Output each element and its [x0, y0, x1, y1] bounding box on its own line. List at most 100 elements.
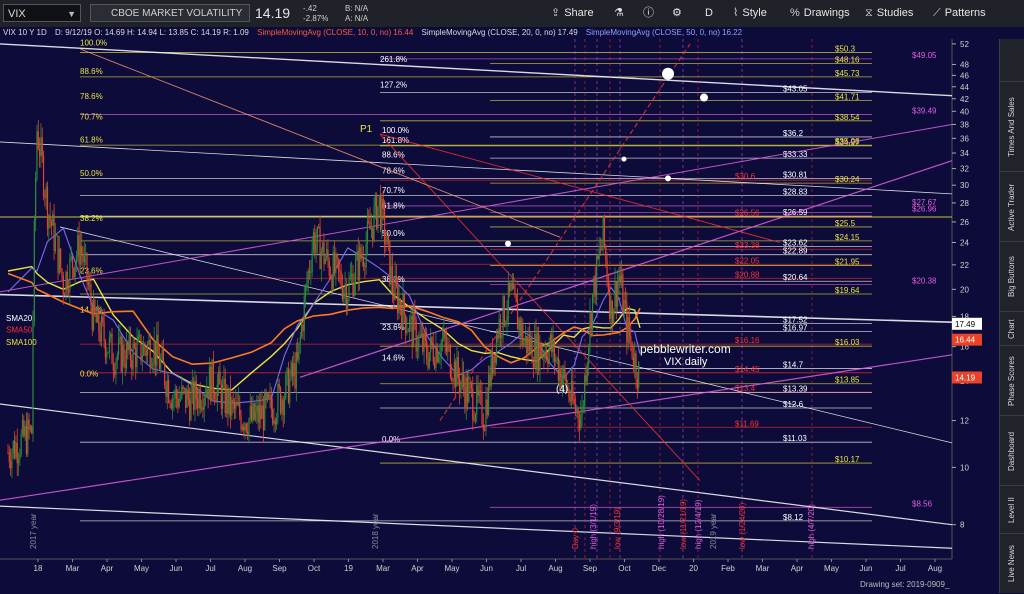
candle-body: [366, 220, 369, 244]
chevron-down-icon[interactable]: ▼: [67, 5, 76, 23]
candle-body: [427, 358, 429, 368]
candle-body: [272, 409, 274, 424]
legend-sma50[interactable]: SimpleMovingAvg (CLOSE, 50, 0, no): [586, 28, 720, 37]
candle-body: [548, 346, 550, 364]
candle-body: [374, 195, 376, 208]
level-label: $25.5: [835, 219, 856, 228]
candle-body: [190, 391, 192, 421]
period-button[interactable]: D: [705, 0, 713, 27]
candle-body: [352, 274, 354, 297]
chart-background: [0, 39, 1000, 593]
candle-body: [245, 423, 247, 432]
candle-body: [50, 220, 53, 226]
candle-body: [161, 349, 163, 359]
sidebar-tab-chart[interactable]: Chart: [1000, 311, 1024, 346]
flask-icon[interactable]: ⚗: [614, 0, 624, 27]
candle-body: [220, 384, 222, 409]
candle-body: [224, 378, 226, 414]
candle-body: [299, 336, 301, 343]
level-label: $28.83: [783, 187, 808, 196]
candle-body: [128, 335, 130, 351]
candle-body: [428, 351, 430, 368]
style-label: Style: [742, 7, 767, 19]
candle-body: [573, 400, 575, 404]
sidebar-tab-live-news[interactable]: Live News: [1000, 533, 1024, 594]
candle-body: [351, 274, 353, 277]
candle-body: [358, 247, 361, 281]
candle-body: [110, 333, 112, 338]
candle-body: [52, 214, 54, 226]
candle-body: [420, 333, 423, 337]
x-tick-label: 20: [689, 564, 698, 573]
candle-body: [199, 389, 201, 409]
candle-body: [7, 452, 9, 454]
level-label: $20.64: [783, 273, 808, 282]
candle-body: [368, 220, 370, 222]
candle-body: [603, 216, 606, 246]
candle-body: [614, 282, 616, 310]
candle-body: [148, 340, 150, 345]
patterns-button[interactable]: ⟋ Patterns: [933, 0, 986, 27]
candle-body: [481, 392, 483, 424]
candle-body: [268, 393, 270, 398]
candle-body: [91, 305, 93, 331]
info-icon[interactable]: ⓘ: [643, 0, 654, 27]
candle-body: [154, 341, 157, 366]
sidebar-tab-level-ii[interactable]: Level II: [1000, 485, 1024, 534]
candle-body: [108, 337, 110, 352]
candle-body: [532, 363, 534, 368]
candle-body: [99, 332, 101, 342]
drawings-label: Drawings: [803, 7, 850, 19]
share-button[interactable]: ⇪ Share: [551, 0, 594, 27]
level-label: $43.05: [783, 84, 808, 93]
level-label: $11.69: [735, 419, 759, 428]
candle-body: [202, 407, 204, 410]
sidebar-tab-active-trader[interactable]: Active Trader: [1000, 171, 1024, 242]
x-tick-label: Jun: [170, 564, 183, 573]
candle-body: [203, 397, 205, 410]
fib-label: 100.0%: [80, 39, 107, 47]
candle-body: [516, 302, 519, 330]
sidebar-tab-phase-scores[interactable]: Phase Scores: [1000, 345, 1024, 416]
sidebar-tab-times-and-sales[interactable]: Times And Sales: [1000, 81, 1024, 172]
candle-body: [124, 363, 126, 369]
candle-body: [564, 367, 566, 377]
level-label: $14.7: [783, 360, 804, 369]
candle-body: [31, 426, 33, 434]
candle-body: [535, 333, 537, 370]
studies-button[interactable]: ⧖ Studies: [865, 0, 913, 27]
candle-body: [437, 357, 440, 363]
legend-sma10[interactable]: SimpleMovingAvg (CLOSE, 10, 0, no): [257, 28, 391, 37]
candle-body: [397, 285, 399, 314]
sidebar-tab-big-buttons[interactable]: Big Buttons: [1000, 241, 1024, 312]
legend-sma20[interactable]: SimpleMovingAvg (CLOSE, 20, 0, no): [422, 28, 556, 37]
candle-body: [577, 408, 579, 421]
candle-body: [214, 392, 216, 400]
candle-body: [336, 254, 338, 259]
candle-body: [487, 374, 490, 415]
drawings-button[interactable]: % Drawings: [790, 0, 850, 27]
candle-body: [312, 232, 315, 250]
candle-body: [236, 402, 238, 406]
candle-body: [531, 337, 533, 364]
candle-body: [149, 340, 151, 368]
instrument-title: CBOE MARKET VOLATILITY INDEX: [90, 4, 250, 37]
style-button[interactable]: ⌇ Style: [733, 0, 767, 27]
price-chart[interactable]: 8101214161820222426283032343638404244464…: [0, 39, 1000, 593]
candle-body: [95, 314, 97, 323]
settings-icon[interactable]: ⚙: [672, 0, 682, 27]
level-label: $38.54: [835, 113, 860, 122]
candle-body: [506, 314, 508, 324]
symbol-input[interactable]: VIX ▼: [3, 4, 81, 22]
candle-body: [20, 433, 22, 455]
sidebar-tab-dashboard[interactable]: Dashboard: [1000, 415, 1024, 486]
candle-body: [581, 406, 583, 416]
net-change-pct: -2.87%: [303, 14, 329, 23]
candle-body: [477, 385, 479, 396]
candle-body: [27, 419, 29, 454]
fib-label: 70.7%: [80, 112, 103, 121]
candle-body: [497, 334, 499, 339]
candle-body: [443, 331, 445, 339]
candle-body: [501, 335, 503, 338]
candle-body: [624, 300, 627, 303]
